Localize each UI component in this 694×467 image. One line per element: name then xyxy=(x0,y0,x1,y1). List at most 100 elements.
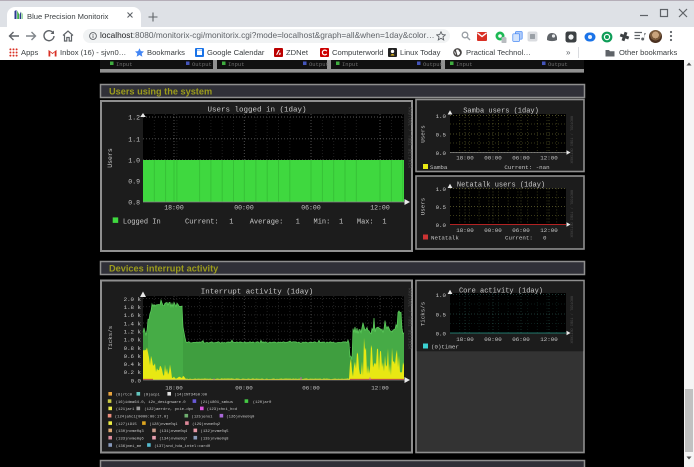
svg-text:1.1: 1.1 xyxy=(128,136,140,143)
svg-text:1: 1 xyxy=(339,218,343,226)
svg-text:Input: Input xyxy=(116,61,133,68)
svg-text:0.4 k: 0.4 k xyxy=(124,361,142,368)
svg-text:06:00: 06:00 xyxy=(302,385,320,392)
svg-text:Ticks/s: Ticks/s xyxy=(420,302,427,326)
svg-text:0.9: 0.9 xyxy=(128,179,140,186)
svg-text:(134)nvme0q7: (134)nvme0q7 xyxy=(159,437,188,442)
svg-text:1: 1 xyxy=(296,218,300,226)
svg-text:0.5: 0.5 xyxy=(436,312,447,319)
svg-text:Users: Users xyxy=(420,125,427,142)
svg-text:12:00: 12:00 xyxy=(540,155,558,162)
svg-text:Devices interrupt activity: Devices interrupt activity xyxy=(109,264,219,274)
svg-text:Netatalk: Netatalk xyxy=(431,235,459,242)
svg-text:Input: Input xyxy=(228,61,245,68)
svg-text:1.2: 1.2 xyxy=(128,115,140,122)
svg-text:0.5: 0.5 xyxy=(436,204,447,211)
svg-text:Users logged in (1day): Users logged in (1day) xyxy=(207,107,306,115)
svg-text:1.8 k: 1.8 k xyxy=(124,304,142,311)
svg-text:Users using the system: Users using the system xyxy=(109,87,212,97)
svg-text:06:00: 06:00 xyxy=(512,227,530,234)
svg-text:Output: Output xyxy=(309,61,329,68)
svg-text:00:00: 00:00 xyxy=(235,385,253,392)
svg-text:Samba: Samba xyxy=(430,164,448,171)
svg-text:0.0: 0.0 xyxy=(436,150,447,157)
svg-text:1.0: 1.0 xyxy=(436,292,447,299)
svg-text:RRDTOOL / TOBI OETIKER: RRDTOOL / TOBI OETIKER xyxy=(407,288,412,349)
svg-text:0.5: 0.5 xyxy=(436,132,447,139)
svg-text:0: 0 xyxy=(543,235,547,242)
svg-text:(125)eno1: (125)eno1 xyxy=(192,415,214,420)
svg-text:RRDTOOL / TOBI OETIKER: RRDTOOL / TOBI OETIKER xyxy=(569,296,574,344)
svg-text:(124)ahci[0000:00:17.0]: (124)ahci[0000:00:17.0] xyxy=(115,415,169,420)
svg-text:1.0 k: 1.0 k xyxy=(124,337,142,344)
svg-text:0.8: 0.8 xyxy=(128,200,140,207)
svg-text:(126)nvme0q0: (126)nvme0q0 xyxy=(226,415,255,420)
svg-text:0.2 k: 0.2 k xyxy=(124,369,142,376)
svg-text:Users: Users xyxy=(420,198,427,215)
svg-text:1.0: 1.0 xyxy=(436,113,447,120)
svg-text:2.0 k: 2.0 k xyxy=(124,296,142,303)
svg-text:Ticks/s: Ticks/s xyxy=(107,326,114,350)
svg-text:18:00: 18:00 xyxy=(165,385,183,392)
svg-text:(14)INT3450:00: (14)INT3450:00 xyxy=(174,393,207,398)
svg-text:(132)nvme0q5: (132)nvme0q5 xyxy=(201,429,230,434)
svg-text:00:00: 00:00 xyxy=(484,155,502,162)
svg-text:(16)idma64.0, i2c_designware.0: (16)idma64.0, i2c_designware.0 xyxy=(116,400,187,405)
svg-text:(121)ar1: (121)ar1 xyxy=(116,407,135,412)
svg-text:0.6 k: 0.6 k xyxy=(124,353,142,360)
svg-text:RRDTOOL / TOBI OETIKER: RRDTOOL / TOBI OETIKER xyxy=(569,116,574,164)
svg-text:06:00: 06:00 xyxy=(301,205,321,212)
svg-text:06:00: 06:00 xyxy=(512,336,530,343)
svg-text:Users: Users xyxy=(107,148,114,168)
svg-text:0.0: 0.0 xyxy=(436,222,447,229)
svg-text:0.0: 0.0 xyxy=(131,377,142,384)
svg-text:Current:: Current: xyxy=(505,235,533,242)
svg-text:(21)i801_smbus: (21)i801_smbus xyxy=(200,400,233,405)
svg-text:1.4 k: 1.4 k xyxy=(124,320,142,327)
svg-text:(136)mei_me: (136)mei_me xyxy=(116,444,142,449)
svg-text:(123)xhci_hcd: (123)xhci_hcd xyxy=(207,407,237,412)
svg-text:(133)nvme0q6: (133)nvme0q6 xyxy=(116,437,145,442)
svg-text:18:00: 18:00 xyxy=(164,205,184,212)
svg-text:Core activity (1day): Core activity (1day) xyxy=(459,288,543,296)
svg-text:06:00: 06:00 xyxy=(512,155,530,162)
svg-text:Min:: Min: xyxy=(314,218,331,226)
svg-text:Current:: Current: xyxy=(185,218,219,226)
svg-text:1.0: 1.0 xyxy=(436,186,447,193)
svg-text:(128)nvme0q1: (128)nvme0q1 xyxy=(149,422,178,427)
svg-text:18:00: 18:00 xyxy=(456,227,474,234)
svg-text:0.0: 0.0 xyxy=(436,331,447,338)
svg-text:18:00: 18:00 xyxy=(456,336,474,343)
svg-text:12:00: 12:00 xyxy=(370,205,390,212)
svg-text:(129)nvme0q2: (129)nvme0q2 xyxy=(192,422,221,427)
svg-text:(131)nvme0q4: (131)nvme0q4 xyxy=(159,429,188,434)
svg-text:Logged In: Logged In xyxy=(123,218,161,226)
svg-text:1: 1 xyxy=(382,218,386,226)
svg-text:12:00: 12:00 xyxy=(540,227,558,234)
svg-text:(122)aerdrv, pcie-dpc: (122)aerdrv, pcie-dpc xyxy=(144,407,194,412)
svg-text:Current: -nan: Current: -nan xyxy=(504,164,549,171)
svg-text:(0)timer: (0)timer xyxy=(431,344,459,351)
svg-text:Netatalk users (1day): Netatalk users (1day) xyxy=(457,182,545,190)
svg-text:Output: Output xyxy=(192,61,212,68)
svg-text:12:00: 12:00 xyxy=(371,385,389,392)
svg-text:00:00: 00:00 xyxy=(484,227,502,234)
svg-text:18:00: 18:00 xyxy=(456,155,474,162)
svg-text:(137)snd_hda_intel:card0: (137)snd_hda_intel:card0 xyxy=(154,444,211,449)
svg-text:Interrupt activity (1day): Interrupt activity (1day) xyxy=(201,289,314,297)
svg-text:Max:: Max: xyxy=(357,218,374,226)
svg-text:(9)acpi: (9)acpi xyxy=(144,393,161,398)
svg-text:00:00: 00:00 xyxy=(484,336,502,343)
svg-text:Average:: Average: xyxy=(250,218,284,226)
svg-text:00:00: 00:00 xyxy=(234,205,254,212)
svg-text:RRDTOOL / TOBI OETIKER: RRDTOOL / TOBI OETIKER xyxy=(407,107,412,168)
svg-text:1.6 k: 1.6 k xyxy=(124,312,142,319)
svg-text:RRDTOOL / TOBI OETIKER: RRDTOOL / TOBI OETIKER xyxy=(569,190,574,238)
svg-text:(8)rtc0: (8)rtc0 xyxy=(116,393,133,398)
svg-text:Output: Output xyxy=(423,61,443,68)
svg-text:1.0: 1.0 xyxy=(128,158,140,165)
svg-text:(120)ar0: (120)ar0 xyxy=(253,400,272,405)
svg-text:Samba users (1day): Samba users (1day) xyxy=(463,108,539,116)
svg-text:Input: Input xyxy=(456,61,473,68)
svg-text:Input: Input xyxy=(342,61,359,68)
